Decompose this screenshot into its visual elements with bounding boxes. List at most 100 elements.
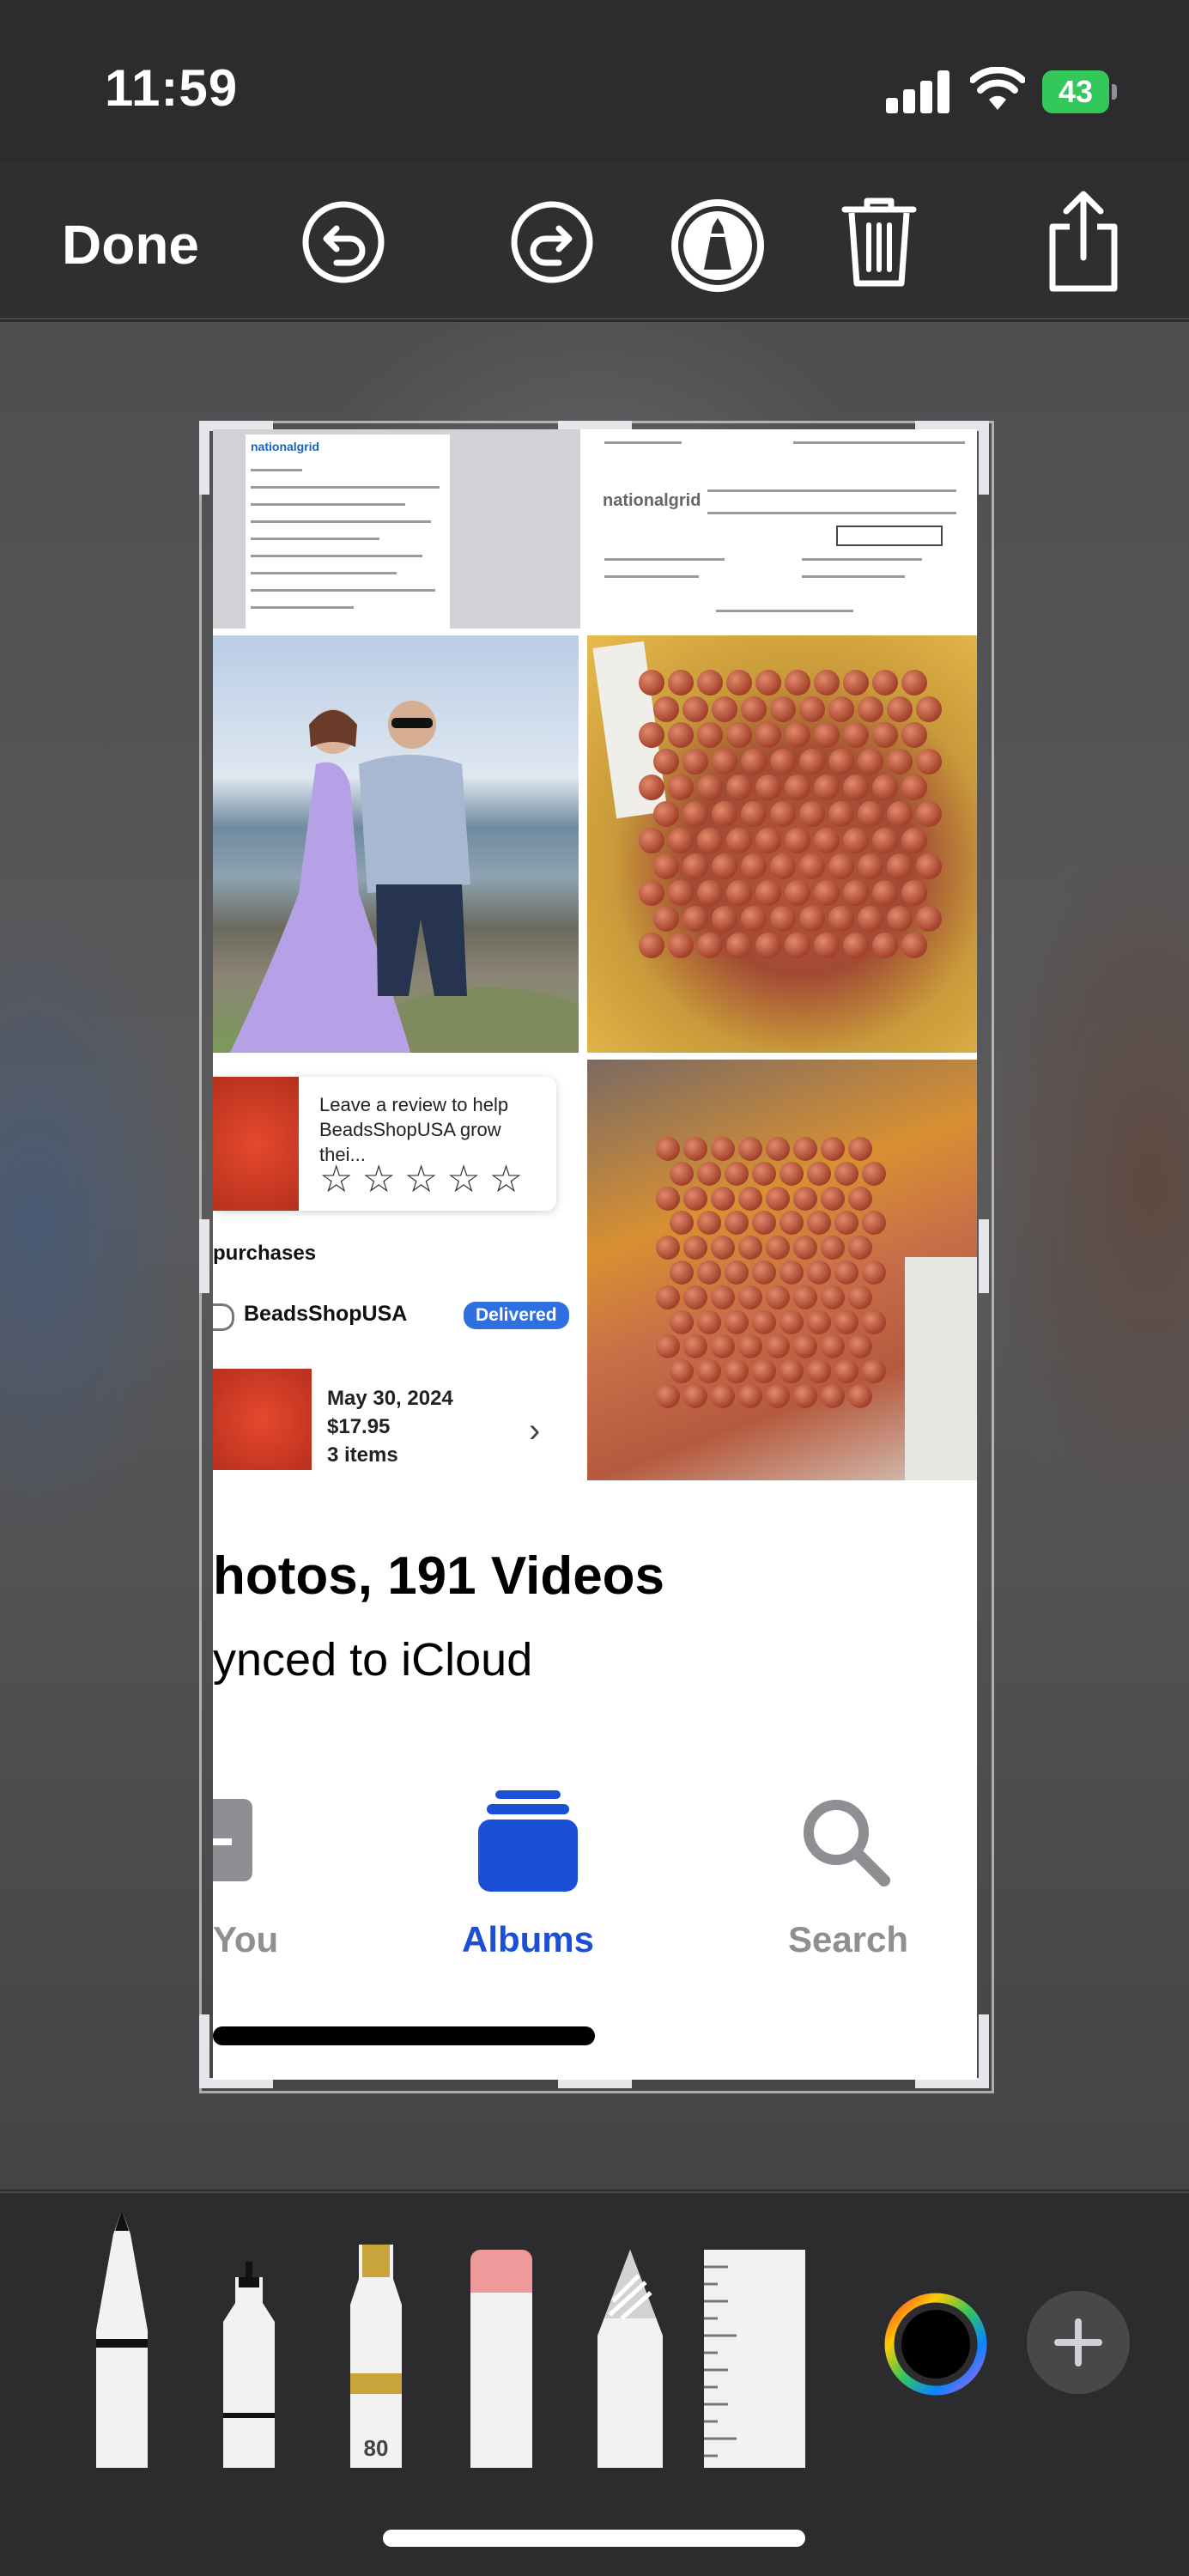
home-indicator[interactable]	[383, 2530, 805, 2547]
bead	[770, 801, 796, 827]
bead	[821, 1285, 845, 1309]
bead	[668, 775, 694, 801]
color-picker[interactable]	[884, 2293, 987, 2396]
done-button[interactable]: Done	[62, 213, 199, 276]
bead	[862, 1359, 886, 1384]
crop-handle-left[interactable]	[199, 1219, 209, 1293]
add-tool-button[interactable]	[1025, 2289, 1131, 2396]
tab-search[interactable]: Search	[754, 1919, 943, 1960]
crop-handle-right[interactable]	[979, 1219, 989, 1293]
bead	[807, 1359, 831, 1384]
bead	[752, 1309, 776, 1334]
bead	[821, 1236, 845, 1261]
bead	[770, 906, 796, 933]
bead	[683, 1285, 707, 1309]
bead	[807, 1211, 831, 1236]
bead	[848, 1137, 872, 1161]
bead	[766, 1285, 790, 1309]
bead	[828, 696, 854, 722]
bead	[725, 1359, 749, 1384]
bead	[711, 1186, 735, 1211]
bead	[697, 722, 723, 749]
bead	[766, 1186, 790, 1211]
bead	[741, 906, 767, 933]
bead	[872, 722, 898, 749]
drawing-tools-palette: 80	[0, 2191, 1189, 2470]
crop-handle-top-left-v[interactable]	[199, 421, 209, 495]
bead	[755, 670, 781, 696]
bead	[872, 775, 898, 801]
fineliner-tool[interactable]	[216, 2262, 282, 2468]
bead	[741, 696, 767, 722]
rating-stars[interactable]: ☆☆☆☆☆	[319, 1157, 531, 1201]
purchases-heading: purchases	[213, 1242, 317, 1265]
bead	[834, 1211, 858, 1236]
bead	[670, 1261, 694, 1285]
bead	[828, 906, 854, 933]
review-product-thumbnail	[213, 1077, 299, 1211]
shop-purchases-panel: Leave a review to help BeadsShopUSA grow…	[213, 1060, 580, 1480]
bead	[843, 933, 869, 958]
bead	[712, 748, 737, 775]
bead	[726, 775, 752, 801]
bead	[862, 1161, 886, 1186]
chevron-right-icon[interactable]: ›	[529, 1412, 540, 1450]
bead	[639, 933, 664, 958]
marker-tool[interactable]: 80	[342, 2245, 410, 2468]
bill-thumbnail-2: nationalgrid	[587, 429, 977, 629]
bead	[697, 1161, 721, 1186]
pencil-tool[interactable]	[596, 2250, 664, 2468]
bead	[670, 1211, 694, 1236]
bead	[738, 1137, 762, 1161]
bead	[670, 1359, 694, 1384]
bead	[683, 1186, 707, 1211]
bead	[668, 879, 694, 906]
bead	[834, 1161, 858, 1186]
review-card[interactable]: Leave a review to help BeadsShopUSA grow…	[213, 1077, 556, 1211]
trash-icon[interactable]	[840, 194, 919, 289]
bead	[741, 854, 767, 880]
bead	[653, 801, 679, 827]
share-icon[interactable]	[1040, 189, 1126, 294]
store-row[interactable]: BeadsShopUSA Delivered	[213, 1293, 573, 1336]
bead	[799, 696, 825, 722]
bead	[683, 1384, 707, 1408]
bead	[916, 748, 942, 775]
bead	[682, 696, 708, 722]
order-thumbnail	[213, 1369, 312, 1470]
redo-icon[interactable]	[509, 199, 595, 285]
bead	[697, 775, 723, 801]
bead	[814, 775, 840, 801]
bead	[814, 933, 840, 958]
bead	[821, 1137, 845, 1161]
bead	[712, 854, 737, 880]
bead	[766, 1137, 790, 1161]
bead	[653, 696, 679, 722]
order-details[interactable]: May 30, 2024 $17.95 3 items	[327, 1384, 453, 1469]
bead	[848, 1384, 872, 1408]
bead	[862, 1211, 886, 1236]
photo-beads-2	[587, 1060, 977, 1480]
bead	[785, 775, 810, 801]
bead	[843, 827, 869, 854]
crop-handle-bottom-left-v[interactable]	[199, 2014, 209, 2088]
pen-tool[interactable]	[88, 2210, 156, 2468]
undo-icon[interactable]	[300, 199, 386, 285]
bead	[901, 775, 927, 801]
crop-handle-top-right-v[interactable]	[979, 421, 989, 495]
bead	[793, 1137, 817, 1161]
markup-icon[interactable]	[668, 196, 767, 295]
bead	[770, 748, 796, 775]
screenshot-canvas[interactable]: nationalgrid nationalgrid Leave a review…	[213, 429, 977, 2080]
eraser-tool[interactable]	[469, 2250, 534, 2468]
bead	[780, 1359, 804, 1384]
tab-albums[interactable]: Albums	[434, 1919, 622, 1960]
bead	[862, 1309, 886, 1334]
bead	[848, 1236, 872, 1261]
ruler-tool[interactable]	[702, 2250, 807, 2468]
bead	[697, 1359, 721, 1384]
crop-handle-bottom-right-v[interactable]	[979, 2014, 989, 2088]
tab-you[interactable]: You	[213, 1919, 299, 1960]
bead	[697, 1309, 721, 1334]
order-items: 3 items	[327, 1443, 398, 1467]
